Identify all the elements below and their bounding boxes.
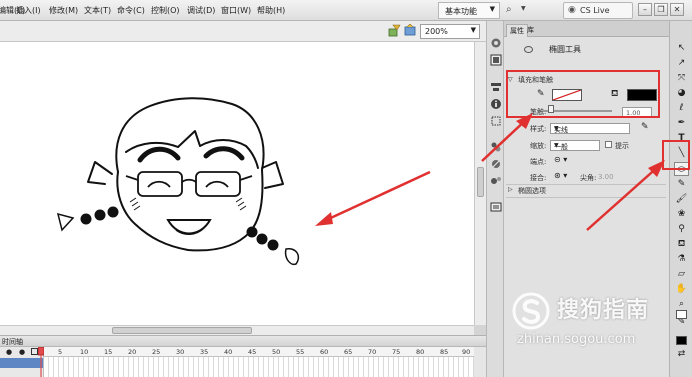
watermark-url: zhinan.sogou.com (517, 332, 636, 347)
sogou-logo-icon (512, 292, 550, 330)
watermark-brand: 搜狗指南 (557, 298, 650, 323)
